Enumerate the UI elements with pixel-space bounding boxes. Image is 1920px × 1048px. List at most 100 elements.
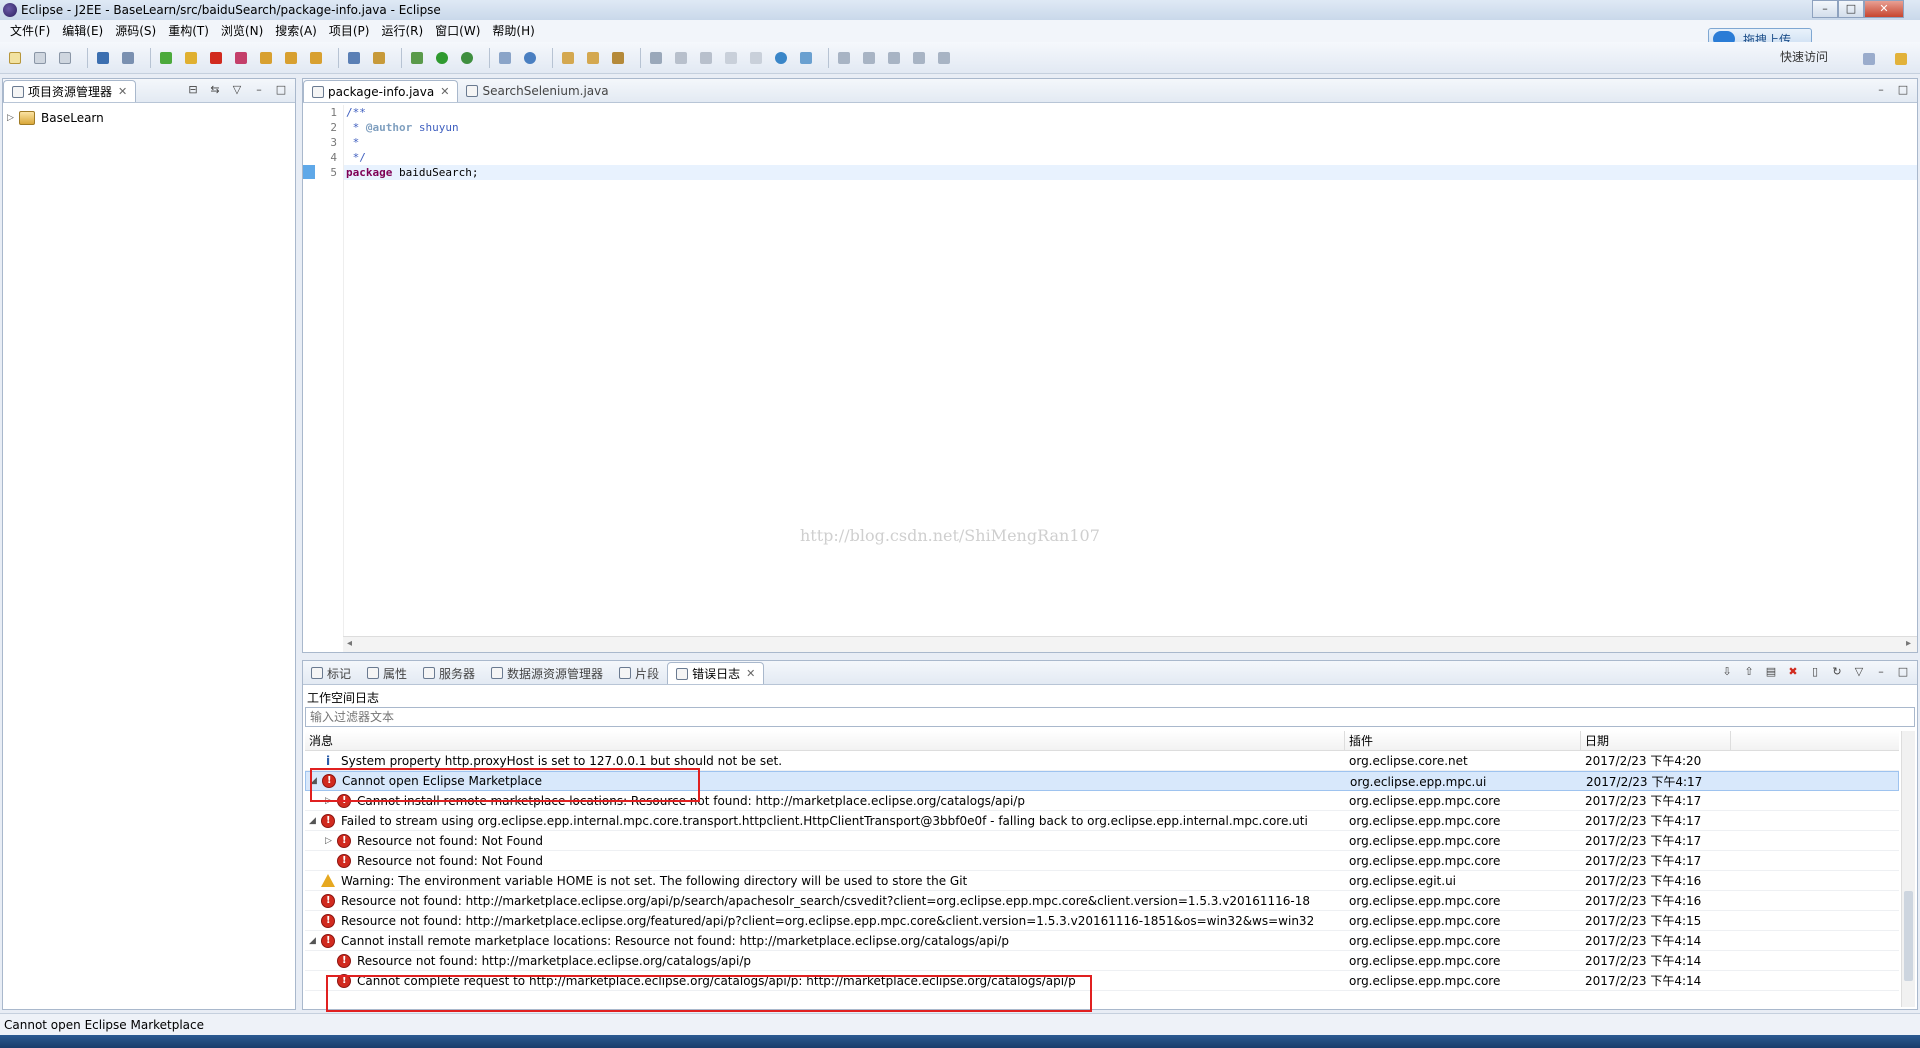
clear-log-icon[interactable]: ▤ [1763,665,1779,679]
table-row[interactable]: ▷ Resource not found: Not Found org.eclips… [305,831,1899,851]
run-icon[interactable] [433,49,451,67]
annotation-icon[interactable] [647,49,665,67]
minimize-icon[interactable]: – [1873,665,1889,679]
code-line[interactable]: * @author shuyun [344,120,1917,135]
block-icon[interactable] [722,49,740,67]
globe-icon[interactable] [772,49,790,67]
code-line[interactable]: package baiduSearch; [344,165,1917,180]
save-icon[interactable] [31,49,49,67]
pilcrow-icon[interactable] [747,49,765,67]
close-icon[interactable]: ✕ [118,85,127,98]
tab-bottom-4[interactable]: 片段 [611,662,667,684]
resume-icon[interactable] [157,49,175,67]
new-server-icon[interactable] [496,49,514,67]
close-button[interactable]: ✕ [1864,0,1904,18]
tree-item-baselearn[interactable]: ▷ BaseLearn [7,109,104,127]
menu-item[interactable]: 搜索(A) [269,21,323,41]
terminal-icon[interactable] [94,49,112,67]
prev-annotation-icon[interactable] [860,49,878,67]
last-edit-icon[interactable] [885,49,903,67]
suspend-icon[interactable] [182,49,200,67]
open-log-icon[interactable]: ▯ [1807,665,1823,679]
new-web-icon[interactable] [521,49,539,67]
code-area[interactable]: /** * @author shuyun * */package baiduSe… [343,105,1917,636]
minimize-button[interactable]: – [1812,0,1838,18]
tab-bottom-3[interactable]: 数据源资源管理器 [483,662,611,684]
menu-item[interactable]: 项目(P) [323,21,376,41]
refresh-icon[interactable] [797,49,815,67]
restore-log-icon[interactable]: ↻ [1829,665,1845,679]
link-editor-icon[interactable]: ⇆ [207,83,223,97]
delete-log-icon[interactable]: ✖ [1785,665,1801,679]
scrollbar-thumb[interactable] [1904,891,1913,981]
table-row[interactable]: Resource not found: http://marketplace.e… [305,911,1899,931]
search-icon[interactable] [609,49,627,67]
expand-arrow-icon[interactable]: ▷ [7,113,19,123]
debug-icon[interactable] [408,49,426,67]
table-row[interactable]: Resource not found: http://marketplace.e… [305,891,1899,911]
menu-item[interactable]: 文件(F) [4,21,56,41]
scroll-left-icon[interactable]: ◂ [347,638,352,649]
terminate-icon[interactable] [207,49,225,67]
mark-icon[interactable] [697,49,715,67]
log-vertical-scrollbar[interactable] [1901,731,1915,1007]
table-row[interactable]: Warning: The environment variable HOME i… [305,871,1899,891]
step-into-icon[interactable] [257,49,275,67]
menu-item[interactable]: 源码(S) [109,21,162,41]
code-line[interactable]: /** [344,105,1917,120]
editor-horizontal-scrollbar[interactable]: ◂ ▸ [343,636,1917,652]
scroll-right-icon[interactable]: ▸ [1906,638,1911,649]
view-menu-icon[interactable]: ▽ [229,83,245,97]
maximize-icon[interactable]: □ [1895,665,1911,679]
tab-bottom-1[interactable]: 属性 [359,662,415,684]
open-perspective-icon[interactable] [1860,50,1878,68]
next-annotation-icon[interactable] [835,49,853,67]
menu-item[interactable]: 编辑(E) [56,21,109,41]
menu-item[interactable]: 浏览(N) [215,21,269,41]
close-icon[interactable]: ✕ [440,85,449,98]
code-line[interactable]: */ [344,150,1917,165]
column-header-date[interactable]: 日期 [1581,731,1731,750]
save-all-icon[interactable] [56,49,74,67]
export-log-icon[interactable]: ⇩ [1719,665,1735,679]
menu-item[interactable]: 窗口(W) [429,21,486,41]
build-icon[interactable] [345,49,363,67]
step-return-icon[interactable] [307,49,325,67]
column-header-plugin[interactable]: 插件 [1345,731,1581,750]
quick-access[interactable]: 快速访问 [1780,48,1828,65]
external-tools-icon[interactable] [458,49,476,67]
skip-breakpoints-icon[interactable] [119,49,137,67]
menu-item[interactable]: 运行(R) [375,21,429,41]
tab-bottom-2[interactable]: 服务器 [415,662,483,684]
maximize-icon[interactable]: □ [273,83,289,97]
expand-arrow-icon[interactable]: ▷ [325,831,337,850]
table-row[interactable]: Resource not found: http://marketplace.e… [305,951,1899,971]
forward-icon[interactable] [935,49,953,67]
column-header-message[interactable]: 消息 [305,731,1345,750]
disconnect-icon[interactable] [232,49,250,67]
tab-bottom-5[interactable]: 错误日志 ✕ [667,662,765,684]
import-log-icon[interactable]: ⇧ [1741,665,1757,679]
table-row[interactable]: ◢ Failed to stream using org.eclipse.epp.… [305,811,1899,831]
close-icon[interactable]: ✕ [746,667,755,680]
new-icon[interactable] [6,49,24,67]
table-row[interactable]: Resource not found: Not Found org.eclipse… [305,851,1899,871]
j2ee-perspective-icon[interactable] [1892,50,1910,68]
filter-input[interactable] [305,707,1915,727]
open-type-icon[interactable] [559,49,577,67]
menu-item[interactable]: 帮助(H) [486,21,540,41]
tab-bottom-0[interactable]: 标记 [303,662,359,684]
tab-search-selenium[interactable]: SearchSelenium.java [458,80,616,102]
tools-icon[interactable] [370,49,388,67]
table-row[interactable]: ◢ Cannot install remote marketplace locat… [305,931,1899,951]
collapse-all-icon[interactable]: ⊟ [185,83,201,97]
step-over-icon[interactable] [282,49,300,67]
view-menu-icon[interactable]: ▽ [1851,665,1867,679]
back-icon[interactable] [910,49,928,67]
tab-project-explorer[interactable]: 项目资源管理器 ✕ [3,80,137,102]
open-task-icon[interactable] [584,49,602,67]
pen-icon[interactable] [672,49,690,67]
expand-arrow-icon[interactable]: ◢ [309,931,321,950]
maximize-button[interactable]: □ [1838,0,1864,18]
minimize-icon[interactable]: – [251,83,267,97]
